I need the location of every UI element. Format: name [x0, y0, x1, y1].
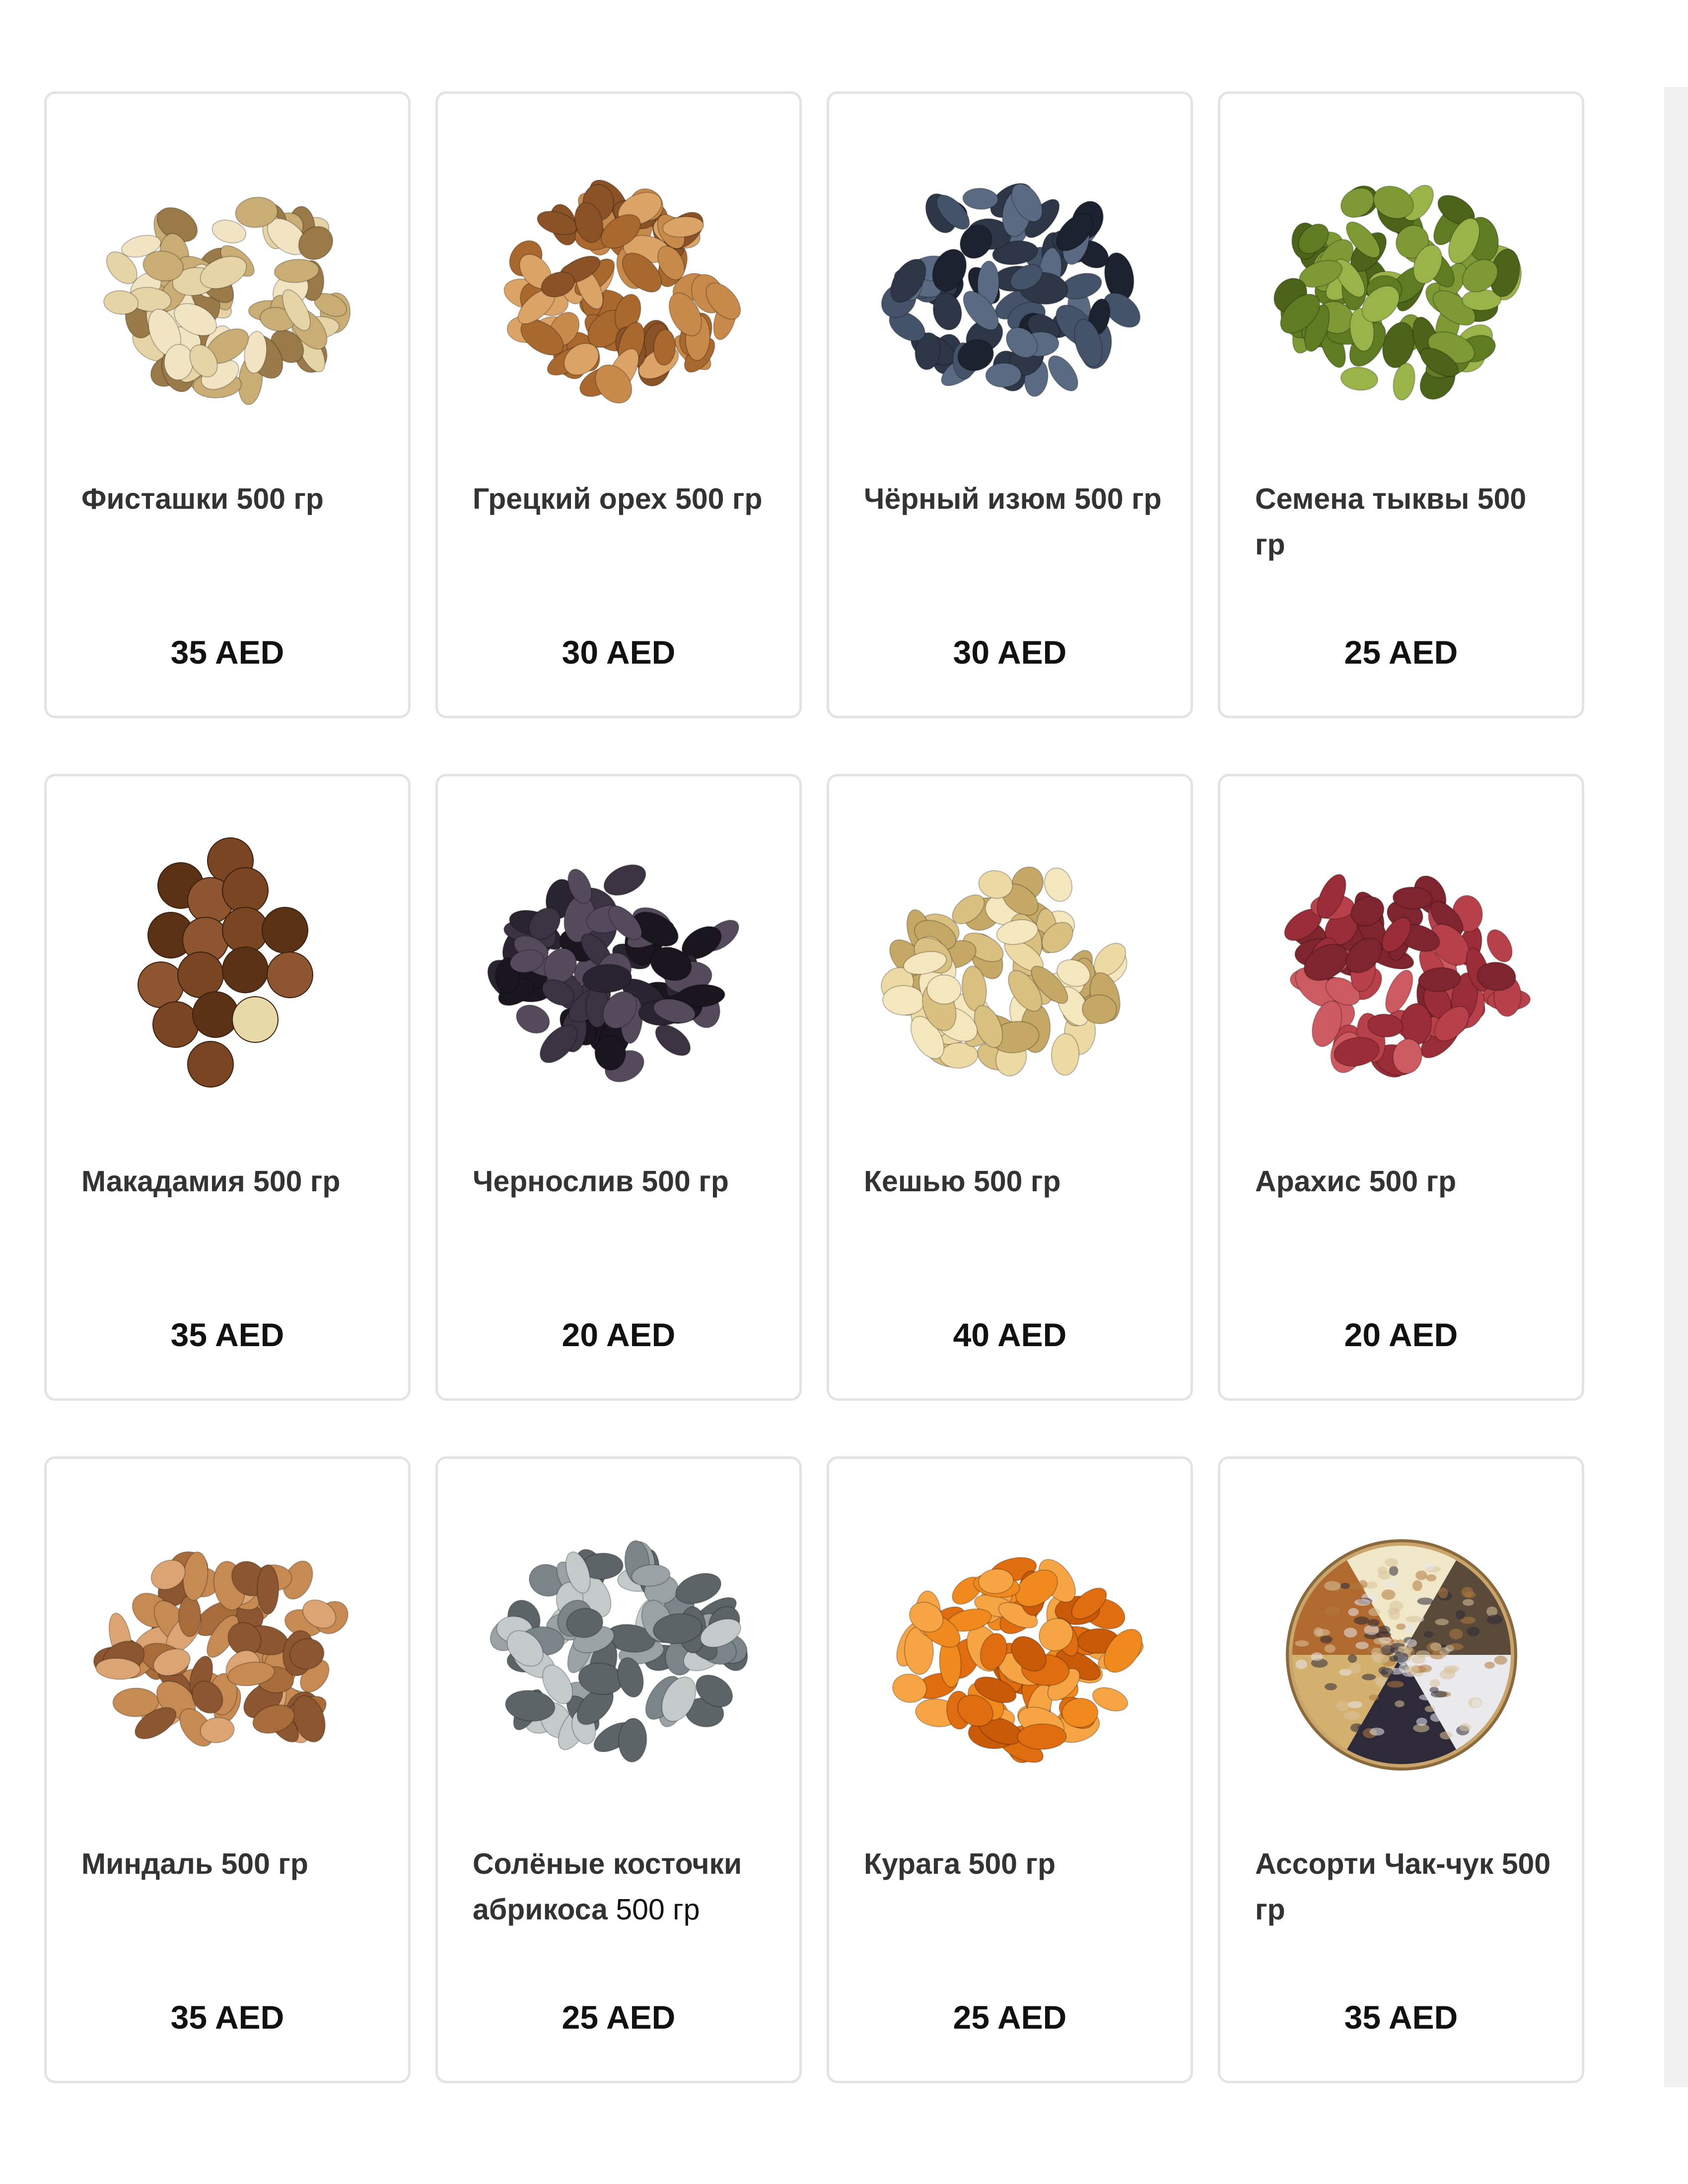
- product-title[interactable]: Арахис 500 гр: [1255, 1159, 1553, 1204]
- product-title-text: Семена тыквы 500 гр: [1255, 482, 1527, 561]
- product-title-text: Солёные косточки абрикоса: [473, 1847, 742, 1926]
- product-title[interactable]: Макадамия 500 гр: [81, 1159, 379, 1204]
- product-price: 20 AED: [1344, 1316, 1458, 1353]
- product-title-text: Миндаль 500 гр: [81, 1847, 308, 1880]
- product-title[interactable]: Ассорти Чак-чук 500 гр: [1255, 1841, 1553, 1932]
- product-title[interactable]: Миндаль 500 гр: [81, 1841, 379, 1887]
- product-title-text: Курага 500 гр: [864, 1847, 1056, 1880]
- product-title[interactable]: Семена тыквы 500 гр: [1255, 476, 1553, 567]
- product-title-text: Арахис 500 гр: [1255, 1165, 1457, 1198]
- product-card[interactable]: Курага 500 гр 25 AED: [827, 1456, 1193, 2083]
- pumpkin-seeds-image[interactable]: [1255, 143, 1548, 436]
- product-grid: Фисташки 500 гр 35 AED Грецкий орех 500 гр…: [44, 91, 1584, 2083]
- product-price: 25 AED: [562, 1999, 676, 2036]
- scrollbar[interactable]: [1664, 87, 1688, 2087]
- product-price: 35 AED: [170, 1999, 284, 2036]
- product-card[interactable]: Семена тыквы 500 гр 25 AED: [1218, 91, 1584, 718]
- product-title-text: Ассорти Чак-чук 500 гр: [1255, 1847, 1551, 1926]
- product-price: 20 AED: [562, 1316, 676, 1353]
- cashews-image[interactable]: [864, 826, 1157, 1119]
- peanuts-image[interactable]: [1255, 826, 1548, 1119]
- salted-apricot-kernels-image[interactable]: [473, 1508, 766, 1801]
- product-price: 25 AED: [953, 1999, 1067, 2036]
- product-card[interactable]: Кешью 500 гр 40 AED: [827, 774, 1193, 1401]
- product-price: 35 AED: [170, 1316, 284, 1353]
- almonds-image[interactable]: [81, 1508, 374, 1801]
- dried-apricots-image[interactable]: [864, 1508, 1157, 1801]
- prunes-image[interactable]: [473, 826, 766, 1119]
- product-card[interactable]: Ассорти Чак-чук 500 гр 35 AED: [1218, 1456, 1584, 2083]
- product-title-text: Фисташки 500 гр: [81, 482, 324, 515]
- product-weight-text: 500 гр: [616, 1893, 700, 1926]
- product-card[interactable]: Арахис 500 гр 20 AED: [1218, 774, 1584, 1401]
- product-price: 30 AED: [953, 634, 1067, 671]
- product-price: 30 AED: [562, 634, 676, 671]
- product-card[interactable]: Фисташки 500 гр 35 AED: [44, 91, 411, 718]
- product-title-text: Чернослив 500 гр: [473, 1165, 729, 1198]
- product-card[interactable]: Солёные косточки абрикоса 500 гр 25 AED: [435, 1456, 802, 2083]
- product-card[interactable]: Макадамия 500 гр 35 AED: [44, 774, 411, 1401]
- product-price: 35 AED: [1344, 1999, 1458, 2036]
- product-title[interactable]: Чёрный изюм 500 гр: [864, 476, 1162, 522]
- product-card[interactable]: Миндаль 500 гр 35 AED: [44, 1456, 411, 2083]
- product-title-text: Макадамия 500 гр: [81, 1165, 341, 1198]
- product-title[interactable]: Солёные косточки абрикоса 500 гр: [473, 1841, 771, 1932]
- product-card[interactable]: Чёрный изюм 500 гр 30 AED: [827, 91, 1193, 718]
- product-title-text: Чёрный изюм 500 гр: [864, 482, 1162, 515]
- product-title-text: Грецкий орех 500 гр: [473, 482, 763, 515]
- product-price: 25 AED: [1344, 634, 1458, 671]
- product-title[interactable]: Чернослив 500 гр: [473, 1159, 771, 1204]
- product-card[interactable]: Грецкий орех 500 гр 30 AED: [435, 91, 802, 718]
- macadamia-image[interactable]: [81, 826, 374, 1119]
- product-price: 40 AED: [953, 1316, 1067, 1353]
- product-title[interactable]: Фисташки 500 гр: [81, 476, 379, 522]
- product-price: 35 AED: [170, 634, 284, 671]
- chak-chuk-assorted-image[interactable]: [1255, 1508, 1548, 1801]
- product-title[interactable]: Курага 500 гр: [864, 1841, 1162, 1887]
- product-title-text: Кешью 500 гр: [864, 1165, 1061, 1198]
- product-title[interactable]: Грецкий орех 500 гр: [473, 476, 771, 522]
- product-card[interactable]: Чернослив 500 гр 20 AED: [435, 774, 802, 1401]
- black-raisins-image[interactable]: [864, 143, 1157, 436]
- pistachios-image[interactable]: [81, 143, 374, 436]
- product-title[interactable]: Кешью 500 гр: [864, 1159, 1162, 1204]
- walnuts-image[interactable]: [473, 143, 766, 436]
